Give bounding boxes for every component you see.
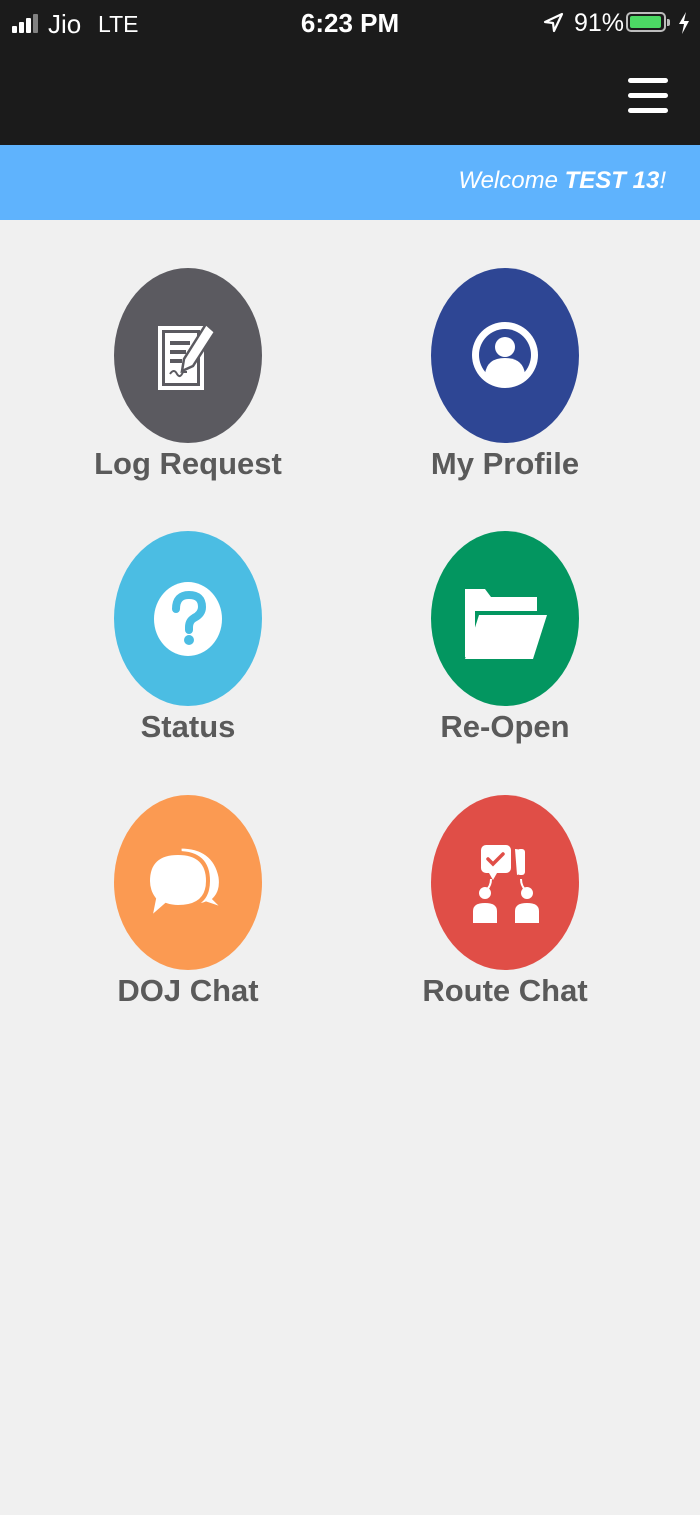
re-open-button[interactable] bbox=[431, 531, 579, 706]
status-tile[interactable]: Status bbox=[77, 531, 297, 761]
doj-chat-tile[interactable]: DOJ Chat bbox=[77, 795, 297, 1025]
re-open-tile[interactable]: Re-Open bbox=[394, 531, 614, 761]
charging-bolt-icon bbox=[679, 12, 689, 34]
welcome-suffix: ! bbox=[659, 167, 666, 194]
route-chat-icon bbox=[473, 845, 539, 923]
status-button[interactable] bbox=[114, 531, 262, 706]
doj-chat-button[interactable] bbox=[114, 795, 262, 970]
welcome-banner: Welcome TEST 13! bbox=[0, 145, 700, 220]
question-icon bbox=[154, 582, 222, 656]
log-request-tile[interactable]: Log Request bbox=[77, 268, 297, 498]
my-profile-tile[interactable]: My Profile bbox=[394, 268, 614, 498]
re-open-label: Re-Open bbox=[440, 709, 570, 744]
status-label: Status bbox=[140, 709, 236, 744]
battery-percent: 91% bbox=[574, 9, 625, 37]
route-chat-button[interactable] bbox=[431, 795, 579, 970]
location-arrow-icon bbox=[543, 12, 564, 33]
log-request-button[interactable] bbox=[114, 268, 262, 443]
doj-chat-label: DOJ Chat bbox=[117, 973, 259, 1008]
chat-bubbles-icon bbox=[145, 845, 226, 925]
app-header: Jio LTE 6:23 PM 91% bbox=[0, 0, 700, 145]
folder-open-icon bbox=[465, 589, 547, 659]
my-profile-label: My Profile bbox=[430, 446, 580, 481]
log-request-label: Log Request bbox=[94, 446, 282, 481]
user-profile-icon bbox=[472, 322, 538, 388]
welcome-user-name: TEST 13 bbox=[564, 167, 660, 194]
status-bar: Jio LTE 6:23 PM 91% bbox=[0, 0, 700, 48]
my-profile-button[interactable] bbox=[431, 268, 579, 443]
battery-icon bbox=[626, 12, 670, 32]
welcome-message: Welcome TEST 13! bbox=[458, 167, 666, 195]
welcome-prefix: Welcome bbox=[458, 167, 565, 194]
route-chat-tile[interactable]: Route Chat bbox=[394, 795, 614, 1025]
route-chat-label: Route Chat bbox=[422, 973, 588, 1008]
hamburger-menu-icon[interactable] bbox=[626, 76, 670, 116]
document-edit-icon bbox=[158, 322, 217, 390]
